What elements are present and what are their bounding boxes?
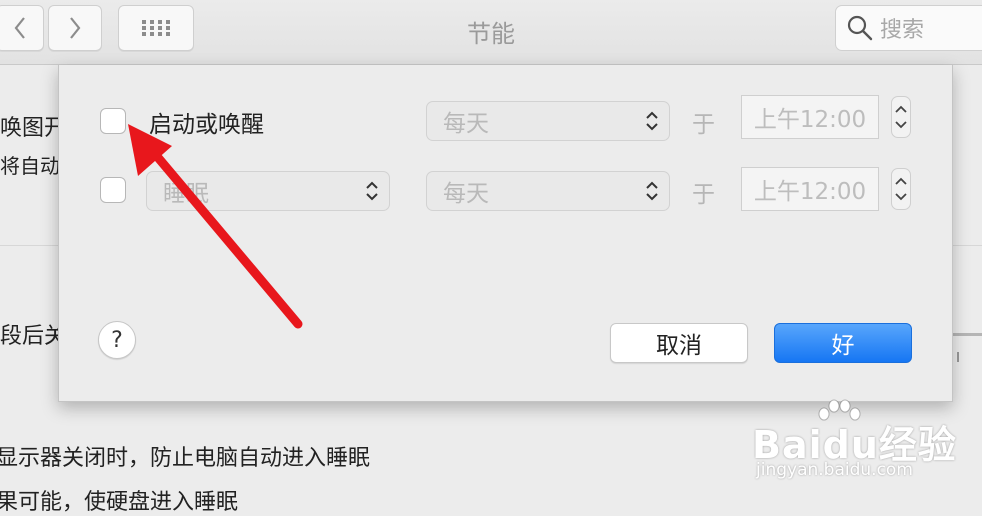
up-down-chevron-icon [646,181,658,201]
baidu-watermark: Baidu经验 jingyan.baidu.com [752,398,974,482]
ok-button[interactable]: 好 [774,323,912,363]
bg-slider-tick [957,352,959,362]
up-down-chevron-icon [366,181,378,201]
bg-option-disk-sleep[interactable]: 果可能，使硬盘进入睡眠 [0,484,238,516]
sleep-time-stepper[interactable] [891,168,911,210]
bg-text-2: 将自动 [0,154,60,178]
bg-option-display-sleep[interactable]: 显示器关闭时，防止电脑自动进入睡眠 [0,440,370,472]
search-icon [847,15,873,41]
startup-day-value: 每天 [443,111,489,137]
up-down-chevron-icon [895,177,907,201]
bg-slider-track [952,333,982,336]
bg-text-3: 段后关 [0,324,67,349]
sleep-action-value: 睡眠 [163,181,209,207]
watermark-url: jingyan.baidu.com [756,460,913,480]
sleep-time-field[interactable]: 上午12:00 [741,167,879,211]
sleep-checkbox[interactable] [100,177,126,203]
startup-time-field[interactable]: 上午12:00 [741,95,879,139]
startup-at-label: 于 [692,112,715,138]
help-button[interactable]: ? [98,321,136,359]
startup-wake-checkbox[interactable] [100,108,126,134]
window-toolbar: 节能 搜索 [0,0,982,65]
up-down-chevron-icon [895,105,907,129]
startup-time-stepper[interactable] [891,96,911,138]
up-down-chevron-icon [646,111,658,131]
sleep-at-label: 于 [692,182,715,208]
startup-wake-label: 启动或唤醒 [149,112,264,138]
sleep-day-popup[interactable]: 每天 [426,171,670,211]
search-placeholder: 搜索 [880,18,925,43]
startup-day-popup[interactable]: 每天 [426,101,670,141]
sleep-action-popup[interactable]: 睡眠 [146,171,390,211]
cancel-button[interactable]: 取消 [610,323,748,363]
sleep-day-value: 每天 [443,181,489,207]
bg-text-1: 唤图开 [0,116,67,141]
schedule-sheet: 启动或唤醒 每天 于 上午12:00 睡眠 每天 于 上午12:00 ? 取消 … [58,65,953,402]
search-field[interactable]: 搜索 [835,5,982,51]
